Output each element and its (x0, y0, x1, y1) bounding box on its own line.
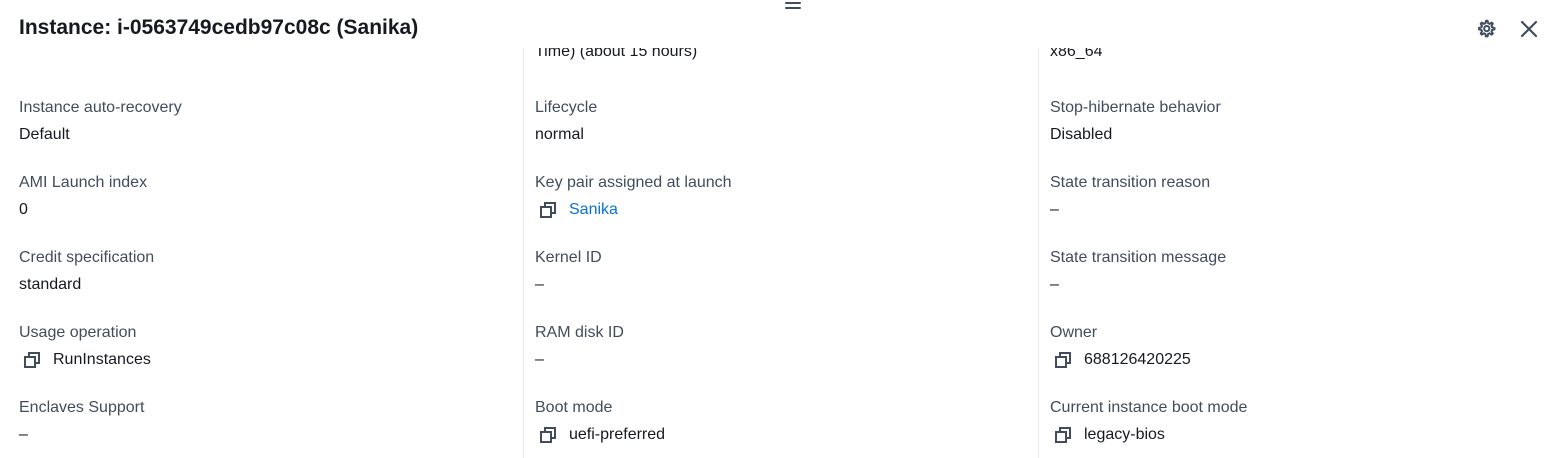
details-grid: Instance auto-recovery Default AMI Launc… (0, 48, 1559, 458)
field-value: 0 (19, 201, 28, 218)
field-boot-mode: Boot mode uefi-preferred (535, 398, 1050, 445)
partial-architecture-value: x86_64 (1050, 48, 1103, 60)
close-icon (1520, 20, 1538, 38)
copy-icon[interactable] (23, 351, 41, 369)
drag-handle-icon[interactable] (785, 2, 801, 12)
field-lifecycle: Lifecycle normal (535, 98, 1050, 145)
field-label: Enclaves Support (19, 399, 145, 416)
field-stop-hibernate-behavior: Stop-hibernate behavior Disabled (1050, 98, 1559, 145)
field-value: Default (19, 126, 70, 143)
settings-button[interactable] (1474, 17, 1498, 41)
details-column-1: Instance auto-recovery Default AMI Launc… (19, 48, 509, 458)
instance-details-panel: Instance: i-0563749cedb97c08c (Sanika) I… (0, 0, 1559, 458)
field-value: normal (535, 126, 584, 143)
copy-icon[interactable] (539, 426, 557, 444)
field-label: Key pair assigned at launch (535, 174, 732, 191)
field-state-transition-reason: State transition reason – (1050, 173, 1559, 220)
field-label: Kernel ID (535, 249, 602, 266)
field-current-instance-boot-mode: Current instance boot mode legacy-bios (1050, 398, 1559, 445)
field-label: State transition reason (1050, 174, 1211, 191)
field-enclaves-support: Enclaves Support – (19, 398, 509, 445)
field-label: RAM disk ID (535, 324, 624, 341)
field-value: uefi-preferred (535, 425, 1050, 445)
field-label: AMI Launch index (19, 174, 148, 191)
field-ami-launch-index: AMI Launch index 0 (19, 173, 509, 220)
gear-icon (1478, 19, 1496, 38)
field-usage-operation: Usage operation RunInstances (19, 323, 509, 370)
field-owner: Owner 688126420225 (1050, 323, 1559, 370)
details-column-2: Time) (about 15 hours) Lifecycle normal … (523, 48, 1039, 458)
field-label: Credit specification (19, 249, 155, 266)
field-label: Usage operation (19, 324, 137, 341)
field-label: Owner (1050, 324, 1098, 341)
field-value: 688126420225 (1050, 350, 1559, 370)
field-value: standard (19, 276, 82, 293)
field-label: Boot mode (535, 399, 613, 416)
partial-launch-time-value: Time) (about 15 hours) (535, 48, 698, 60)
key-pair-link[interactable]: Sanika (569, 200, 618, 220)
field-value: – (535, 276, 544, 293)
field-value: – (19, 426, 28, 443)
field-label: Current instance boot mode (1050, 399, 1248, 416)
close-button[interactable] (1517, 17, 1541, 41)
field-value: – (1050, 201, 1059, 218)
field-instance-auto-recovery: Instance auto-recovery Default (19, 98, 509, 145)
field-ram-disk-id: RAM disk ID – (535, 323, 1050, 370)
field-value: – (535, 351, 544, 368)
field-value: Disabled (1050, 126, 1113, 143)
details-column-3: x86_64 Stop-hibernate behavior Disabled … (1038, 48, 1554, 458)
copy-icon[interactable] (1054, 426, 1072, 444)
field-value: RunInstances (19, 350, 509, 370)
field-value: Sanika (535, 200, 1050, 220)
field-state-transition-message: State transition message – (1050, 248, 1559, 295)
field-label: Instance auto-recovery (19, 99, 182, 116)
field-value: legacy-bios (1050, 425, 1559, 445)
field-label: Stop-hibernate behavior (1050, 99, 1221, 116)
field-credit-specification: Credit specification standard (19, 248, 509, 295)
field-kernel-id: Kernel ID – (535, 248, 1050, 295)
copy-icon[interactable] (1054, 351, 1072, 369)
field-key-pair: Key pair assigned at launch Sanika (535, 173, 1050, 220)
field-value: – (1050, 276, 1059, 293)
field-label: State transition message (1050, 249, 1227, 266)
field-label: Lifecycle (535, 99, 598, 116)
page-title: Instance: i-0563749cedb97c08c (Sanika) (19, 16, 419, 39)
copy-icon[interactable] (539, 201, 557, 219)
